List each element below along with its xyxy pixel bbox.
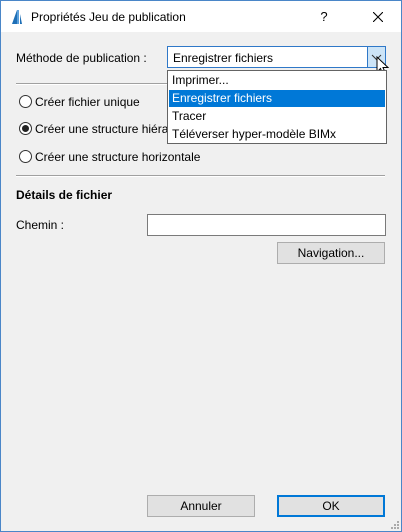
file-details-title: Détails de fichier [16,188,113,202]
title-bar: Propriétés Jeu de publication ? [1,1,401,32]
radio-selected-dot [22,125,29,132]
method-selected-value: Enregistrer fichiers [173,51,274,65]
method-label: Méthode de publication : [16,51,147,65]
radio-hierarchical-label: Créer une structure hiérar [35,122,173,136]
help-icon: ? [320,9,328,24]
radio-flat-label: Créer une structure horizontale [35,150,201,164]
ok-button[interactable]: OK [277,495,385,517]
close-icon [373,11,383,22]
dropdown-option-save-files[interactable]: Enregistrer fichiers [169,90,385,107]
radio-hierarchical[interactable] [19,122,32,135]
help-button[interactable]: ? [301,1,347,32]
close-button[interactable] [355,1,401,32]
separator-mid [16,175,385,177]
dropdown-option-upload-bimx[interactable]: Téléverser hyper-modèle BIMx [169,126,385,143]
path-input[interactable] [147,214,386,236]
method-combobox[interactable]: Enregistrer fichiers [167,46,386,68]
radio-single-file[interactable] [19,95,32,108]
window-title: Propriétés Jeu de publication [31,10,186,24]
radio-single-file-label: Créer fichier unique [35,95,140,109]
cancel-button[interactable]: Annuler [147,495,255,517]
method-dropdown-list: Imprimer... Enregistrer fichiers Tracer … [167,70,387,144]
dropdown-option-plot[interactable]: Tracer [169,108,385,125]
radio-flat[interactable] [19,150,32,163]
dropdown-option-print[interactable]: Imprimer... [169,72,385,89]
path-label: Chemin : [16,218,65,232]
browse-button[interactable]: Navigation... [277,242,385,264]
archicad-app-icon [12,10,22,24]
dialog-window: Propriétés Jeu de publication ? Méthode … [0,0,402,532]
resize-grip-icon[interactable] [389,519,399,529]
